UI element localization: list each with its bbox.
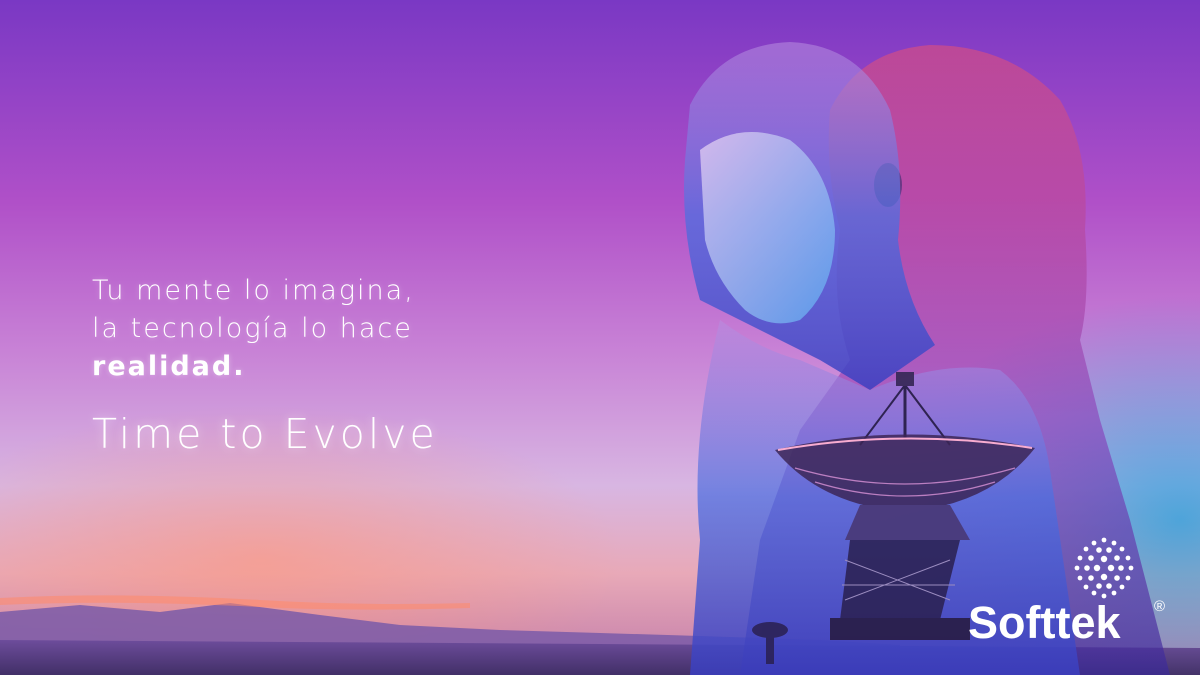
dotted-circle-icon: [1074, 537, 1134, 599]
hero-banner: Tu mente lo imagina, la tecnología lo ha…: [0, 0, 1200, 675]
registered-mark: ®: [1154, 598, 1166, 615]
headline-line-2: la tecnología lo hace: [92, 313, 413, 344]
softtek-logo: Softtek ®: [968, 536, 1178, 648]
brand-name: Softtek: [968, 597, 1121, 648]
headline-line-1: Tu mente lo imagina,: [92, 275, 415, 306]
headline-line-3: realidad.: [92, 351, 246, 382]
tagline: Time to Evolve: [92, 410, 438, 458]
headline: Tu mente lo imagina, la tecnología lo ha…: [92, 272, 415, 386]
